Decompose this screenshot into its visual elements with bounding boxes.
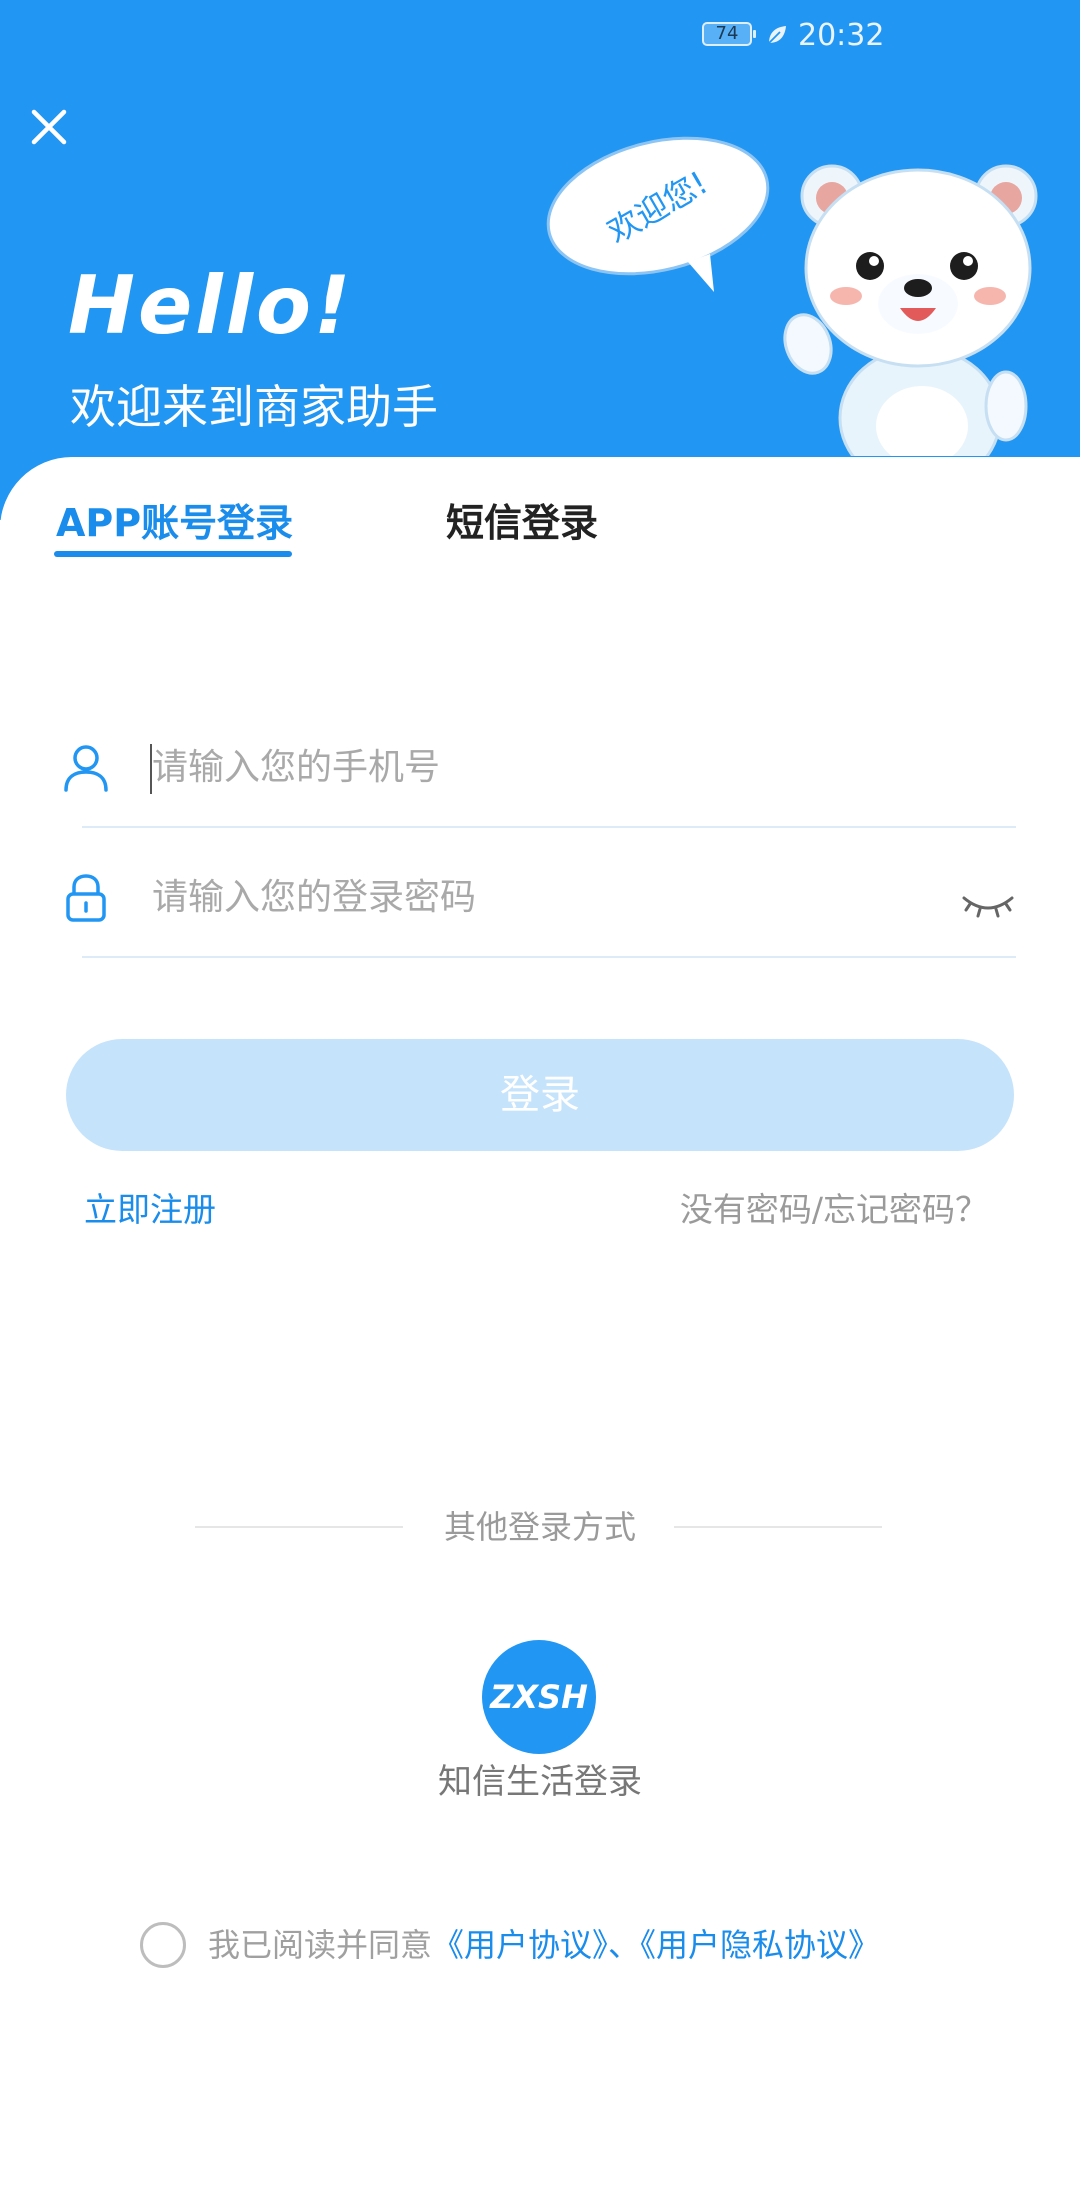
password-input[interactable]: 请输入您的登录密码 [62,830,1016,958]
tab-sms-login[interactable]: 短信登录 [446,493,598,553]
tab-app-account-login[interactable]: APP账号登录 [56,493,293,553]
register-link[interactable]: 立即注册 [84,1185,216,1235]
eye-closed-icon[interactable] [960,892,1016,922]
agreement-prefix: 我已阅读并同意 [208,1926,433,1964]
forgot-password-link[interactable]: 没有密码/忘记密码？ [680,1185,988,1235]
user-icon [64,745,108,792]
hello-greeting: Hello! [68,259,354,352]
other-login-label: 其他登录方式 [443,1508,636,1546]
close-icon[interactable] [24,102,74,152]
agreement-row: 我已阅读并同意《用户协议》、《用户隐私协议》 [140,1918,1020,1978]
agreement-checkbox[interactable] [140,1922,186,1968]
login-card: APP账号登录 短信登录 请输入您的手机号 请输入您的登录密码 登录 立即注册 … [0,457,1080,2200]
leaf-icon [768,26,786,44]
phone-input[interactable]: 请输入您的手机号 [62,700,1016,828]
active-tab-indicator [54,551,292,557]
login-button[interactable]: 登录 [66,1039,1014,1151]
welcome-subtitle: 欢迎来到商家助手 [70,380,438,434]
password-placeholder: 请输入您的登录密码 [152,877,477,918]
battery-indicator: 74 [702,22,756,46]
phone-divider [82,826,1016,828]
status-bar: 74 20:32 [680,18,1080,58]
agreement-text: 我已阅读并同意《用户协议》、《用户隐私协议》 [208,1922,880,1968]
bear-mascot-illustration [783,164,1038,456]
lock-icon [66,874,106,922]
zxsh-login-button[interactable]: ZXSH [482,1640,596,1754]
header-banner: 74 20:32 Hello! 欢迎来到商家助手 欢迎您! [0,0,1080,520]
password-divider [82,956,1016,958]
privacy-agreement-link[interactable]: 《用户隐私协议》 [640,1926,880,1964]
status-time: 20:32 [798,18,885,53]
agreement-separator: 、 [608,1926,641,1964]
speech-bubble: 欢迎您! [546,136,770,292]
user-agreement-link[interactable]: 《用户协议》 [432,1926,608,1964]
phone-placeholder: 请输入您的手机号 [152,747,441,788]
zxsh-login-label[interactable]: 知信生活登录 [0,1757,1080,1807]
